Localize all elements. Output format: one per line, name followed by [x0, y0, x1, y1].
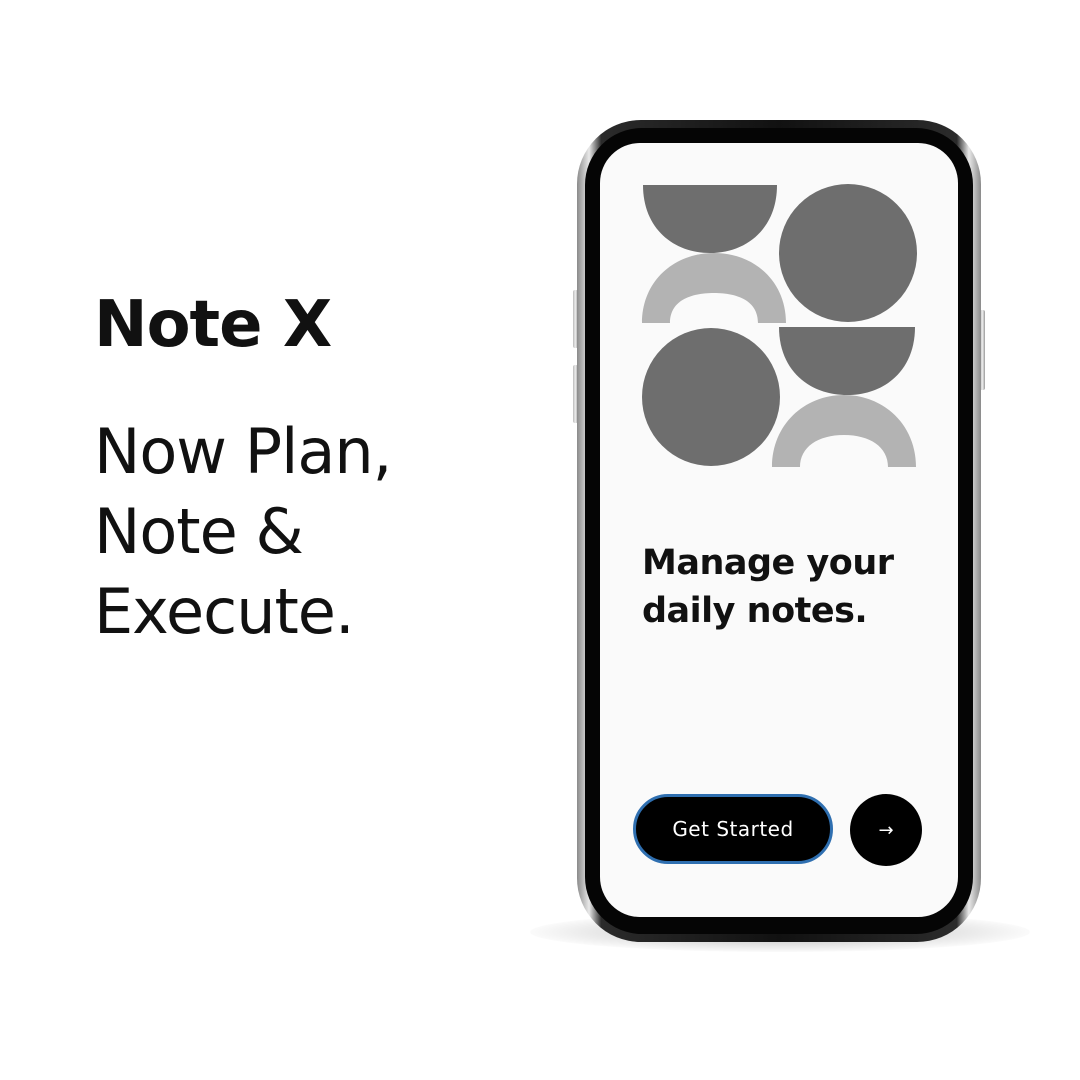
abstract-shapes-illustration	[642, 184, 917, 467]
app-screen: Manage your daily notes. Get Started →	[600, 143, 958, 917]
half-circle-shape	[643, 185, 777, 253]
circle-shape	[779, 184, 917, 322]
tagline-line: Execute.	[94, 575, 355, 648]
arch-shape	[772, 395, 916, 467]
next-button[interactable]: →	[850, 794, 922, 866]
tagline: Now Plan, Note & Execute.	[94, 412, 514, 652]
headline-line: daily notes.	[642, 591, 868, 631]
brand-title: Note X	[94, 288, 332, 362]
arch-shape	[642, 253, 786, 323]
arrow-right-icon: →	[878, 819, 894, 841]
tagline-line: Note &	[94, 495, 304, 568]
screen-headline: Manage your daily notes.	[642, 539, 942, 635]
promo-page: Note X Now Plan, Note & Execute. Manage …	[0, 0, 1080, 1080]
headline-line: Manage your	[642, 543, 894, 583]
circle-shape	[642, 328, 780, 466]
tagline-line: Now Plan,	[94, 415, 392, 488]
half-circle-shape	[779, 327, 915, 395]
get-started-button[interactable]: Get Started	[633, 794, 833, 864]
